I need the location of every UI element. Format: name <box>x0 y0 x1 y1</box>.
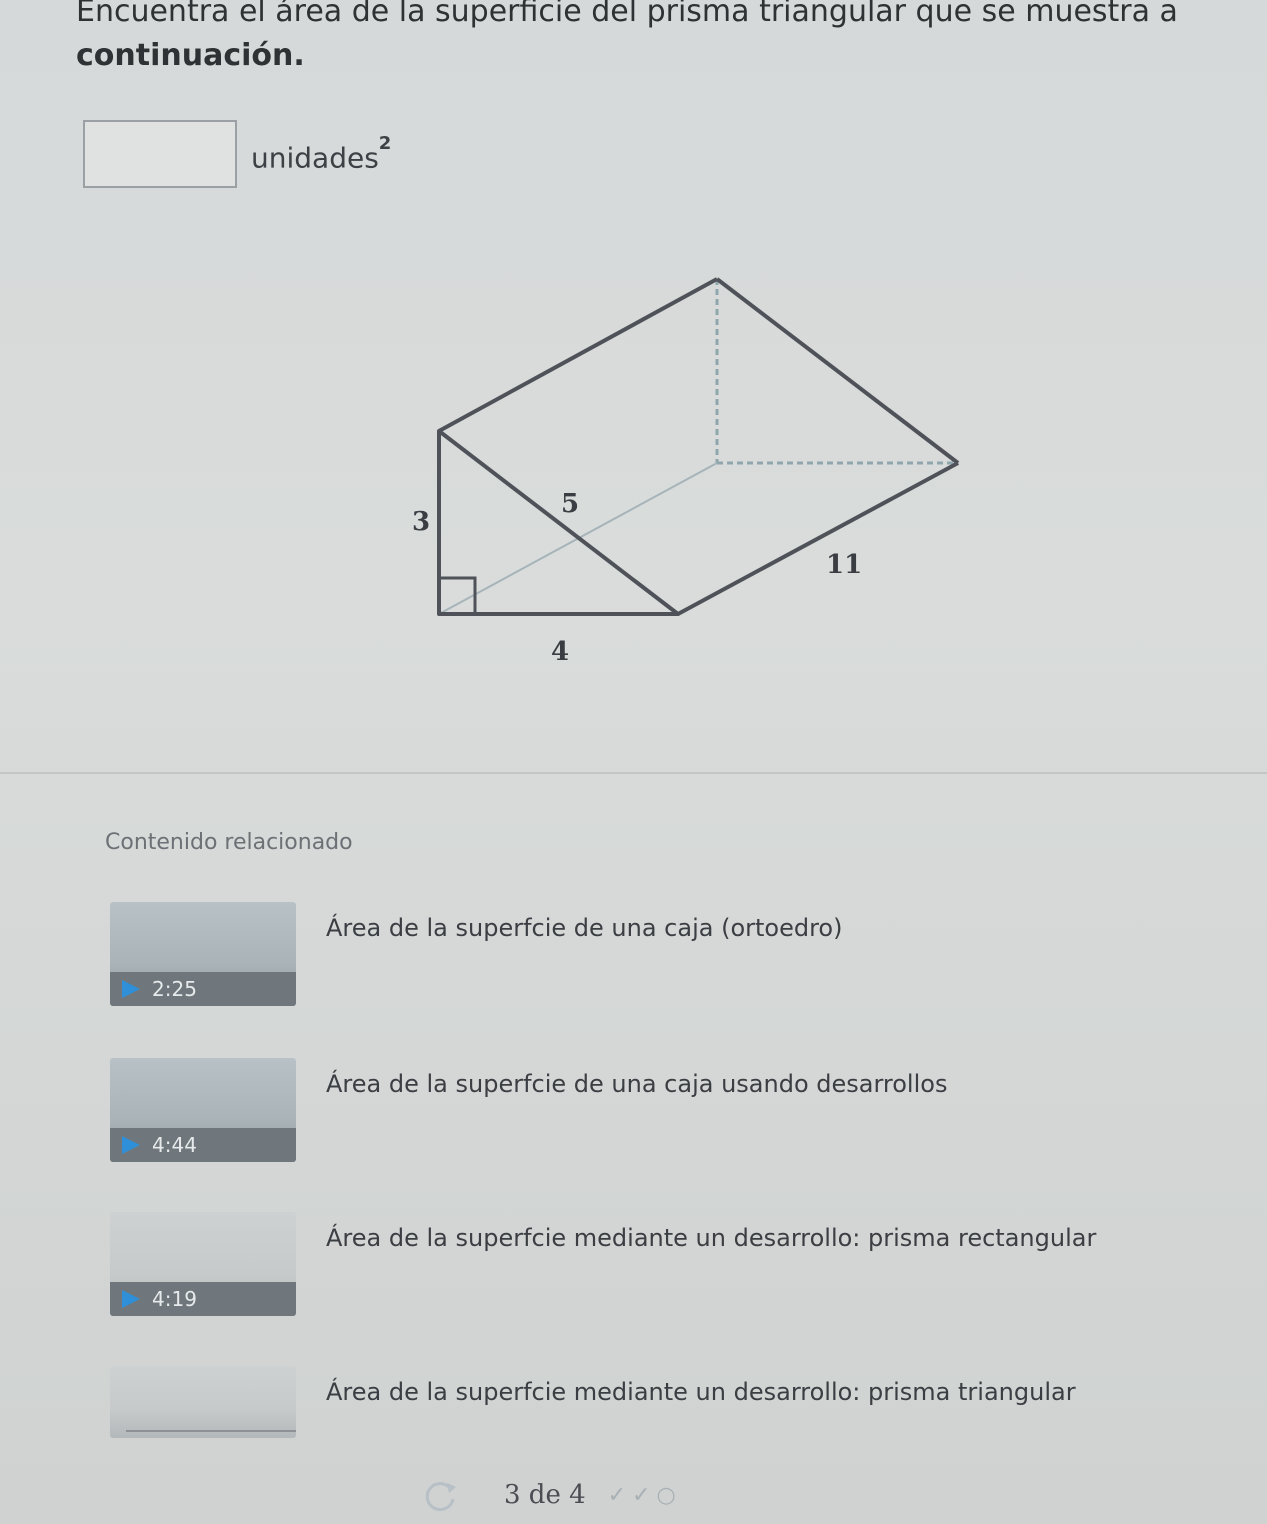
video-title[interactable]: Área de la superfcie mediante un desarro… <box>326 1224 1096 1252</box>
progress-icons: ✓ ✓ ○ <box>608 1483 682 1508</box>
check-icon: ✓ <box>632 1482 651 1508</box>
video-duration: 2:25 <box>152 977 197 1001</box>
video-title[interactable]: Área de la superfcie de una caja usando … <box>326 1070 947 1098</box>
play-icon <box>122 1136 140 1154</box>
duration-bar: 4:44 <box>110 1128 296 1162</box>
bottom-right-edge <box>677 461 959 616</box>
duration-bar: 2:25 <box>110 972 296 1006</box>
pager-text: 3 de 4 <box>504 1480 586 1510</box>
duration-bar: 4:19 <box>110 1282 296 1316</box>
back-slant-edge <box>715 277 960 465</box>
triangular-prism-figure: 3 5 4 11 <box>412 277 960 667</box>
label-hypotenuse: 5 <box>561 489 579 519</box>
prism-hidden-edges <box>438 279 958 615</box>
video-title[interactable]: Área de la superfcie mediante un desarro… <box>326 1378 1076 1406</box>
video-item[interactable]: 4:44 Área de la superfcie de una caja us… <box>110 1058 1230 1162</box>
right-angle-marker <box>439 576 477 614</box>
label-height: 3 <box>412 507 430 537</box>
check-icon: ✓ <box>607 1482 627 1508</box>
label-base: 4 <box>551 637 569 667</box>
video-thumbnail[interactable]: 4:44 <box>110 1058 296 1162</box>
video-thumbnail[interactable]: 4:19 <box>110 1212 296 1316</box>
section-divider <box>0 772 1267 774</box>
thumbnail-underline <box>126 1430 296 1432</box>
refresh-icon[interactable] <box>420 1478 460 1512</box>
prism-visible-edges <box>437 277 960 616</box>
video-thumbnail[interactable] <box>110 1366 296 1438</box>
play-icon <box>122 980 140 998</box>
video-duration: 4:44 <box>152 1133 197 1157</box>
video-item[interactable]: Área de la superfcie mediante un desarro… <box>110 1366 1230 1466</box>
related-content-title: Contenido relacionado <box>105 830 353 855</box>
video-duration: 4:19 <box>152 1287 197 1311</box>
circle-icon: ○ <box>656 1482 676 1508</box>
top-edge <box>438 277 718 433</box>
video-thumbnail[interactable]: 2:25 <box>110 902 296 1006</box>
label-length: 11 <box>826 550 862 580</box>
play-icon <box>122 1290 140 1308</box>
video-item[interactable]: 4:19 Área de la superfcie mediante un de… <box>110 1212 1230 1316</box>
video-title[interactable]: Área de la superfcie de una caja (ortoed… <box>326 914 842 942</box>
video-item[interactable]: 2:25 Área de la superfcie de una caja (o… <box>110 902 1230 1006</box>
pager: 3 de 4 ✓ ✓ ○ <box>420 1478 682 1512</box>
